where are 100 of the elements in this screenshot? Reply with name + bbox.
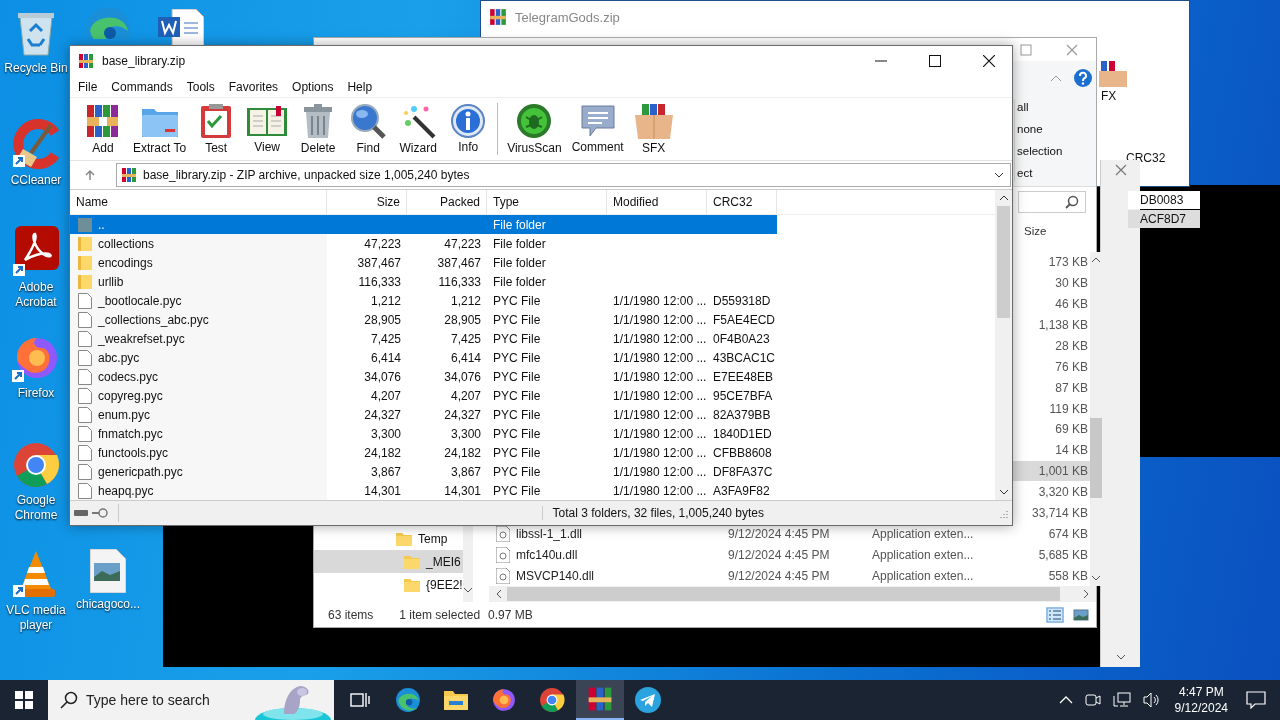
- scroll-down-icon[interactable]: [1115, 653, 1126, 661]
- scrollbar-thumb[interactable]: [507, 587, 1060, 601]
- scroll-up-icon[interactable]: [998, 194, 1009, 202]
- menu-item[interactable]: Tools: [186, 79, 215, 94]
- search-field[interactable]: [1018, 191, 1086, 213]
- tree-item[interactable]: {9EE2!: [314, 573, 463, 596]
- archive-app-icon: [489, 8, 507, 26]
- file-size: 28 KB: [1054, 337, 1089, 355]
- clipboard-check-icon: [200, 103, 233, 139]
- menu-item[interactable]: Help: [347, 79, 373, 94]
- menu-item[interactable]: Commands: [111, 79, 173, 94]
- file-name[interactable]: MSVCP140.dll: [516, 568, 595, 583]
- column-header[interactable]: Name: [70, 190, 327, 214]
- books-icon: [85, 103, 121, 139]
- column-header[interactable]: Packed: [407, 190, 487, 214]
- table-cell: CFBB8608: [713, 445, 772, 460]
- chrome-icon[interactable]: [12, 441, 60, 489]
- table-cell: 387,467: [357, 255, 401, 270]
- table-cell: 14,301: [364, 483, 401, 498]
- ccleaner-icon[interactable]: [11, 119, 61, 169]
- file-size: 5,685 KB: [1037, 546, 1089, 564]
- ribbon-command[interactable]: selection: [1017, 143, 1063, 159]
- menu-item[interactable]: Favorites: [228, 79, 279, 94]
- scroll-right-icon[interactable]: [1082, 589, 1090, 599]
- notification-icon[interactable]: [1246, 691, 1266, 709]
- toolbar-button[interactable]: Info: [444, 102, 493, 156]
- task-view-icon[interactable]: [350, 691, 370, 709]
- toolbar-button[interactable]: Extract To: [129, 101, 191, 157]
- column-header[interactable]: Size: [327, 190, 407, 214]
- tree-item[interactable]: Temp: [314, 527, 463, 550]
- toolbar-button[interactable]: Wizard: [394, 101, 443, 157]
- scroll-down-icon[interactable]: [998, 488, 1009, 496]
- toolbar-button[interactable]: View: [242, 102, 293, 156]
- toolbar-button[interactable]: Comment: [567, 102, 628, 156]
- menu-item[interactable]: File: [78, 79, 98, 94]
- table-cell: 1/1/1980 12:00 ...: [613, 331, 707, 346]
- toolbar-button[interactable]: SFX: [629, 101, 678, 157]
- clock-time[interactable]: 4:47 PM: [1178, 684, 1224, 700]
- table-cell: 1,212: [450, 293, 481, 308]
- table-cell: D559318D: [713, 293, 771, 308]
- help-icon[interactable]: [1074, 69, 1092, 87]
- column-header[interactable]: Type: [487, 190, 607, 214]
- file-size: 558 KB: [1047, 567, 1089, 585]
- scrollbar-thumb[interactable]: [1090, 418, 1102, 498]
- table-cell: 0F4B0A23: [713, 331, 770, 346]
- ribbon-command[interactable]: all: [1017, 99, 1063, 115]
- volume-icon[interactable]: [1142, 692, 1161, 708]
- file-name[interactable]: mfc140u.dll: [516, 547, 578, 562]
- file-name[interactable]: ..: [96, 215, 321, 234]
- file-size: 1,138 KB: [1037, 317, 1089, 335]
- magnifier-icon: [350, 103, 387, 139]
- table-cell: 6,414: [450, 350, 481, 365]
- table-cell: 6,414: [370, 350, 401, 365]
- scroll-left-icon[interactable]: [495, 589, 503, 599]
- ribbon-command[interactable]: ect: [1017, 165, 1063, 181]
- table-cell: 47,223: [444, 236, 481, 251]
- file-date: 9/12/2024 4:45 PM: [728, 547, 830, 562]
- tree-item[interactable]: _MEI6: [314, 550, 463, 573]
- camera-icon[interactable]: [1084, 692, 1101, 708]
- column-header[interactable]: Modified: [607, 190, 707, 214]
- table-cell: 1/1/1980 12:00 ...: [613, 407, 707, 422]
- acrobat-icon[interactable]: [13, 226, 59, 276]
- ribbon-command[interactable]: none: [1017, 121, 1063, 137]
- file-size: 87 KB: [1054, 379, 1089, 397]
- search-field[interactable]: Type here to search: [48, 680, 334, 720]
- table-cell: File folder: [493, 236, 546, 251]
- scroll-up-icon[interactable]: [1091, 256, 1101, 264]
- word-document-icon[interactable]: [158, 9, 204, 47]
- toolbar-button[interactable]: Find: [344, 101, 393, 157]
- toolbar-button[interactable]: VirusScan: [503, 101, 566, 157]
- up-arrow-icon[interactable]: [84, 169, 96, 181]
- column-header[interactable]: CRC32: [707, 190, 777, 214]
- selected-row[interactable]: .. File folder: [70, 215, 777, 234]
- scroll-down-icon[interactable]: [1091, 574, 1101, 582]
- toolbar-label[interactable]: FX: [1099, 89, 1117, 103]
- table-cell: 1/1/1980 12:00 ...: [613, 445, 707, 460]
- details-view-icon[interactable]: [1046, 606, 1064, 623]
- collapse-ribbon-icon[interactable]: [1050, 74, 1062, 82]
- maximize-icon[interactable]: [929, 55, 941, 67]
- thumbnail-view-icon[interactable]: [1072, 606, 1090, 623]
- toolbar-button[interactable]: Delete: [294, 101, 343, 157]
- scrollbar-thumb[interactable]: [997, 206, 1010, 318]
- table-cell: 47,223: [364, 236, 401, 251]
- chevron-up-icon[interactable]: [1058, 695, 1073, 705]
- close-icon[interactable]: [983, 55, 995, 67]
- image-file-icon[interactable]: [90, 549, 126, 593]
- clock-date[interactable]: 9/12/2024: [1174, 700, 1228, 716]
- menu-item[interactable]: Options: [292, 79, 334, 94]
- address-field[interactable]: base_library.zip - ZIP archive, unpacked size 1,005,240 bytes: [116, 163, 1011, 187]
- file-name[interactable]: libssl-1_1.dll: [516, 526, 583, 541]
- toolbar-button[interactable]: Add: [79, 101, 127, 157]
- network-icon[interactable]: [1112, 692, 1131, 708]
- toolbar-button[interactable]: Test: [192, 101, 241, 157]
- table-cell: 1/1/1980 12:00 ...: [613, 426, 707, 441]
- box-icon[interactable]: [1099, 59, 1127, 87]
- file-size: 30 KB: [1054, 275, 1089, 293]
- file-type: Application exten...: [872, 547, 974, 562]
- file-size: 674 KB: [1047, 525, 1089, 543]
- scroll-down-icon[interactable]: [462, 586, 473, 594]
- resize-grip-icon[interactable]: [998, 508, 1008, 518]
